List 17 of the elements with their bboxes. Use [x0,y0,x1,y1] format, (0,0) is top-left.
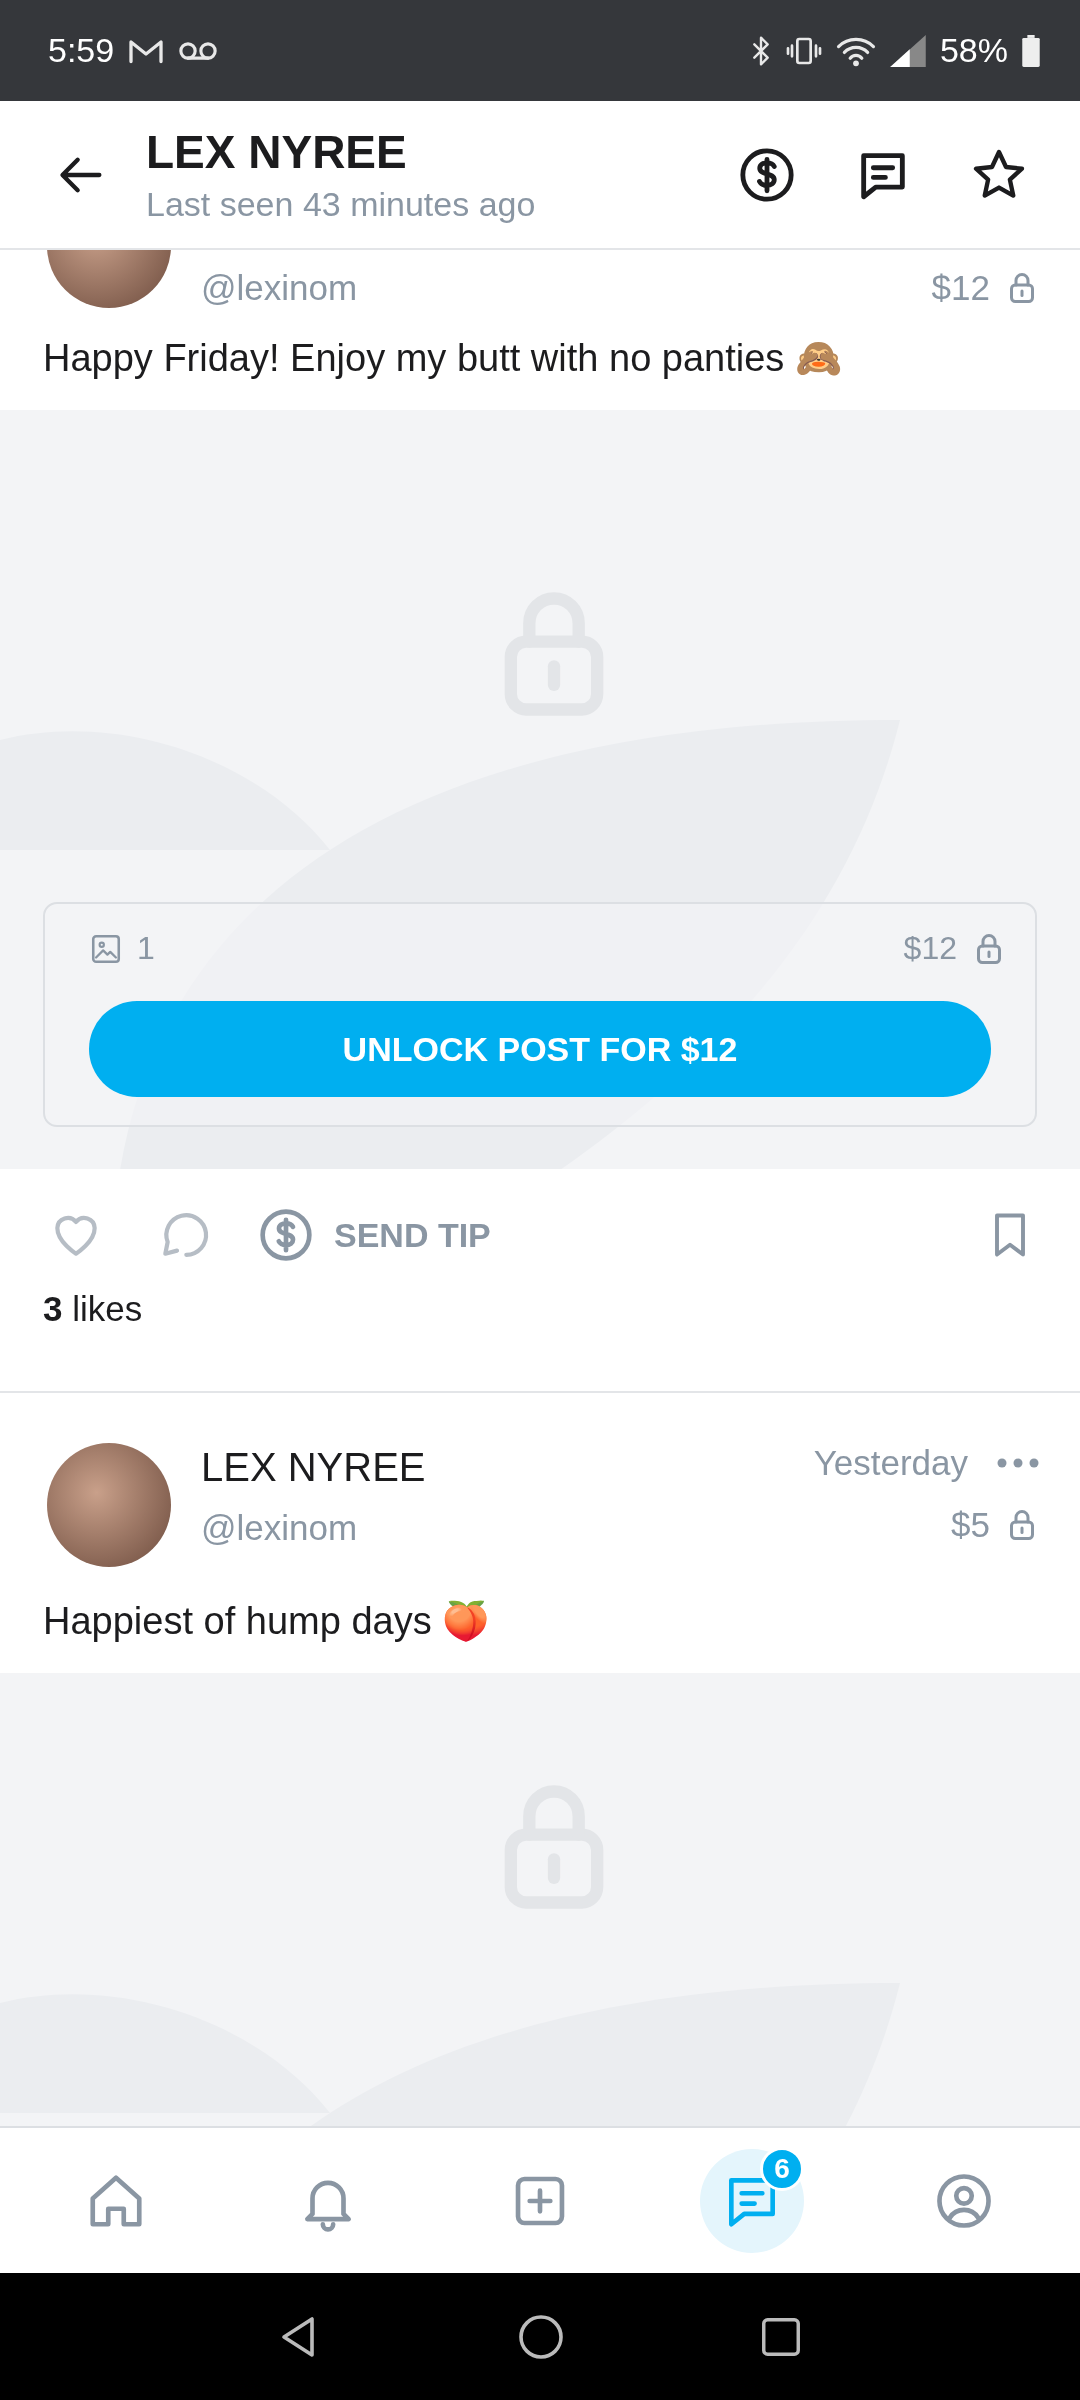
post-price: $12 [931,268,990,308]
post-caption: Happiest of hump days 🍑 [42,1599,491,1644]
post-caption: Happy Friday! Enjoy my butt with no panties 🙈 [42,336,843,381]
post-price: $5 [951,1505,990,1545]
post-time: Yesterday [813,1443,968,1483]
author-handle: @lexinom [201,268,359,308]
send-tip-button[interactable]: SEND TIP [258,1207,491,1263]
chat-title: LEX NYREE [146,125,408,179]
clock-time: 5:59 [48,31,115,70]
author-handle: @lexinom [201,1508,359,1548]
battery-percent: 58% [939,31,1008,70]
author-name: LEX NYREE [201,1445,427,1490]
media-count: 1 [137,930,155,967]
unlock-button[interactable]: UNLOCK POST FOR $12 [89,1001,991,1097]
last-seen-status: Last seen 43 minutes ago [146,185,537,224]
nav-tab[interactable]: 6 [700,2148,804,2253]
unlock-price: $12 [903,930,957,967]
